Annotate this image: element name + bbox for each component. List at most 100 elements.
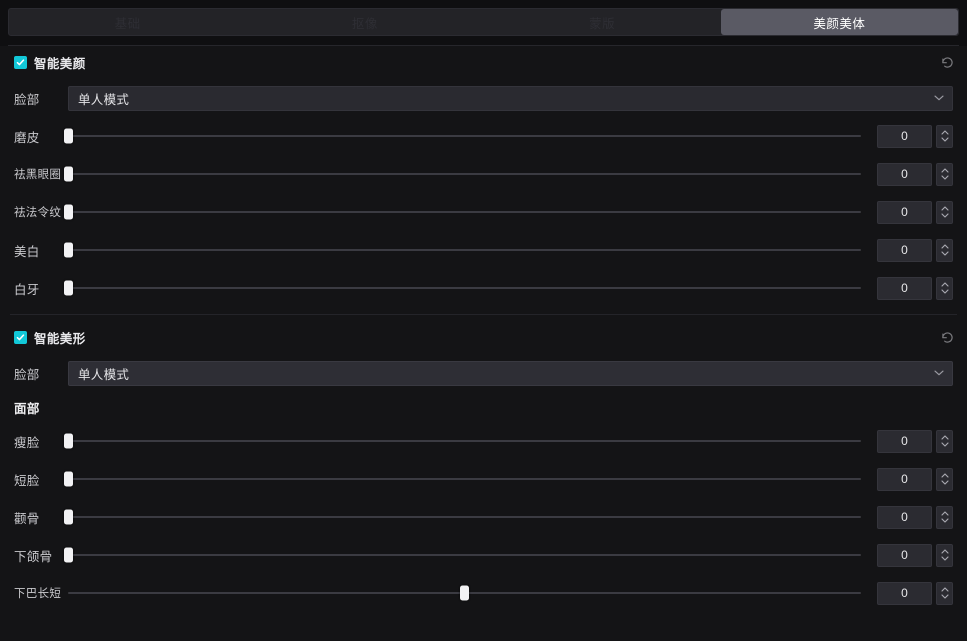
slider-thumb[interactable] — [63, 280, 73, 296]
smart-shape-title: 智能美形 — [34, 332, 86, 346]
tab-mask[interactable]: 蒙版 — [484, 9, 721, 35]
slider-track — [68, 173, 861, 175]
tab-chromakey[interactable]: 抠像 — [246, 9, 483, 35]
slider-thumb[interactable] — [63, 433, 73, 449]
chevron-up-icon — [940, 435, 949, 440]
row-slider-jawbone: 下颌骨 0 — [0, 536, 967, 574]
number-input-cheekbone[interactable]: 0 — [877, 505, 932, 529]
chevron-up-icon — [940, 587, 949, 592]
tab-bar: 基础 抠像 蒙版 美颜美体 — [8, 8, 959, 36]
slider-thumb[interactable] — [63, 204, 73, 220]
subsection-facial-title: 面部 — [14, 401, 40, 416]
spinner-cheekbone[interactable] — [936, 505, 953, 529]
number-input-short-face[interactable]: 0 — [877, 467, 932, 491]
number-stepper-whitening: 0 — [877, 238, 953, 262]
smart-shape-reset-icon[interactable] — [937, 328, 957, 348]
smart-shape-checkbox[interactable] — [14, 331, 27, 344]
slider-thumb[interactable] — [63, 128, 73, 144]
chevron-down-icon — [940, 518, 949, 523]
row-slider-slim-face: 瘦脸 0 — [0, 422, 967, 460]
number-stepper-nasolabial: 0 — [877, 200, 953, 224]
slider-track — [68, 135, 861, 137]
check-icon — [16, 334, 25, 341]
row-slider-dark-circles: 祛黑眼圈 0 — [0, 155, 967, 193]
chevron-up-icon — [940, 168, 949, 173]
number-stepper-cheekbone: 0 — [877, 505, 953, 529]
number-input-teeth[interactable]: 0 — [877, 276, 932, 300]
slider-thumb[interactable] — [63, 547, 73, 563]
slider-thumb[interactable] — [63, 509, 73, 525]
slider-label-nasolabial: 祛法令纹 — [14, 207, 62, 219]
slider-nasolabial[interactable] — [63, 202, 861, 222]
number-input-mopi[interactable]: 0 — [877, 124, 932, 148]
slider-slim-face[interactable] — [63, 431, 861, 451]
number-stepper-short-face: 0 — [877, 467, 953, 491]
chevron-down-icon — [934, 370, 944, 377]
chevron-down-icon — [940, 175, 949, 180]
slider-whitening[interactable] — [63, 240, 861, 260]
slider-thumb[interactable] — [63, 471, 73, 487]
number-stepper-mopi: 0 — [877, 124, 953, 148]
number-stepper-slim-face: 0 — [877, 429, 953, 453]
chevron-down-icon — [940, 251, 949, 256]
chevron-down-icon — [940, 594, 949, 599]
slider-thumb[interactable] — [63, 166, 73, 182]
face-mode-shape-select[interactable]: 单人模式 — [68, 360, 953, 386]
number-input-chin-length[interactable]: 0 — [877, 581, 932, 605]
slider-track — [68, 249, 861, 251]
row-face-mode-shape: 脸部 单人模式 — [0, 354, 967, 392]
tab-bar-container: 基础 抠像 蒙版 美颜美体 — [0, 0, 967, 46]
number-stepper-dark-circles: 0 — [877, 162, 953, 186]
spinner-dark-circles[interactable] — [936, 162, 953, 186]
slider-cheekbone[interactable] — [63, 507, 861, 527]
slider-mopi[interactable] — [63, 126, 861, 146]
spinner-teeth[interactable] — [936, 276, 953, 300]
slider-label-short-face: 短脸 — [14, 473, 40, 488]
spinner-mopi[interactable] — [936, 124, 953, 148]
reset-icon — [941, 57, 953, 68]
chevron-down-icon — [940, 480, 949, 485]
face-mode-shape-value: 单人模式 — [78, 367, 130, 382]
slider-jawbone[interactable] — [63, 545, 861, 565]
number-input-jawbone[interactable]: 0 — [877, 543, 932, 567]
row-slider-whitening: 美白 0 — [0, 231, 967, 269]
slider-chin-length[interactable] — [68, 583, 861, 603]
spinner-chin-length[interactable] — [936, 581, 953, 605]
slider-track — [68, 287, 861, 289]
spinner-short-face[interactable] — [936, 467, 953, 491]
slider-thumb[interactable] — [460, 585, 469, 601]
section-divider — [10, 314, 957, 315]
number-input-nasolabial[interactable]: 0 — [877, 200, 932, 224]
slider-dark-circles[interactable] — [63, 164, 861, 184]
face-mode-beauty-select[interactable]: 单人模式 — [68, 85, 953, 111]
row-slider-mopi: 磨皮 0 — [0, 117, 967, 155]
spinner-slim-face[interactable] — [936, 429, 953, 453]
slider-track — [68, 440, 861, 442]
chevron-up-icon — [940, 130, 949, 135]
slider-track — [68, 211, 861, 213]
chevron-up-icon — [940, 282, 949, 287]
spinner-nasolabial[interactable] — [936, 200, 953, 224]
spinner-whitening[interactable] — [936, 238, 953, 262]
number-input-slim-face[interactable]: 0 — [877, 429, 932, 453]
chevron-up-icon — [940, 206, 949, 211]
slider-teeth[interactable] — [63, 278, 861, 298]
chevron-down-icon — [940, 442, 949, 447]
tab-basic[interactable]: 基础 — [9, 9, 246, 35]
number-stepper-teeth: 0 — [877, 276, 953, 300]
tab-beauty-body[interactable]: 美颜美体 — [720, 9, 958, 35]
slider-track — [68, 478, 861, 480]
slider-short-face[interactable] — [63, 469, 861, 489]
row-slider-cheekbone: 颧骨 0 — [0, 498, 967, 536]
chevron-down-icon — [940, 556, 949, 561]
row-slider-teeth: 白牙 0 — [0, 269, 967, 307]
slider-label-teeth: 白牙 — [14, 282, 40, 297]
smart-beauty-reset-icon[interactable] — [937, 53, 957, 73]
slider-thumb[interactable] — [63, 242, 73, 258]
smart-beauty-checkbox[interactable] — [14, 56, 27, 69]
smart-beauty-title: 智能美颜 — [34, 57, 86, 71]
number-input-dark-circles[interactable]: 0 — [877, 162, 932, 186]
number-input-whitening[interactable]: 0 — [877, 238, 932, 262]
spinner-jawbone[interactable] — [936, 543, 953, 567]
row-face-mode-beauty: 脸部 单人模式 — [0, 79, 967, 117]
